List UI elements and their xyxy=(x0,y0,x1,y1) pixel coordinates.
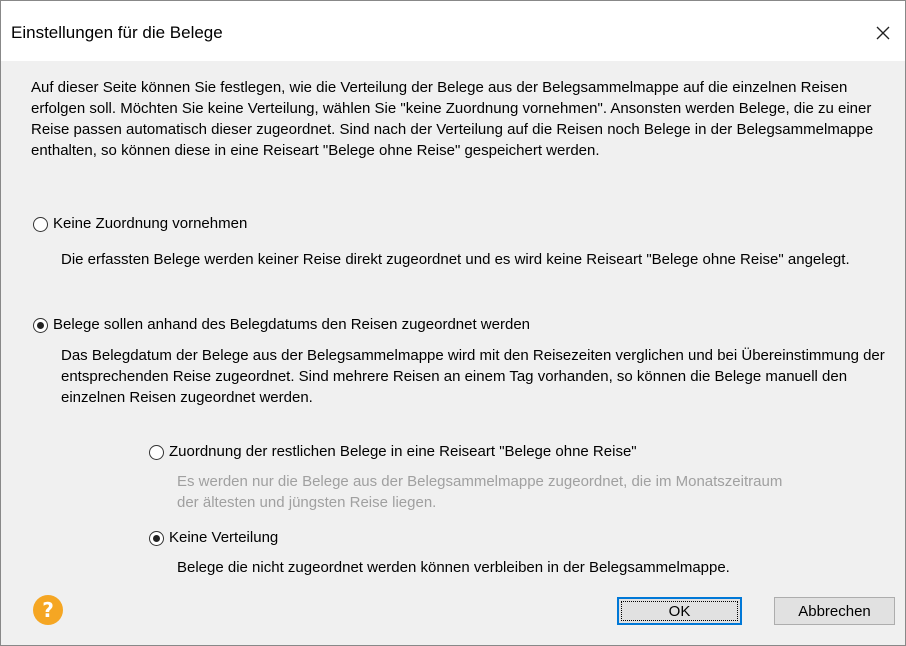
radio-by-date[interactable]: Belege sollen anhand des Belegdatums den… xyxy=(33,315,530,335)
radio-label: Keine Zuordnung vornehmen xyxy=(53,215,248,232)
dialog-content: Auf dieser Seite können Sie festlegen, w… xyxy=(1,61,905,645)
no-assignment-description: Die erfassten Belege werden keiner Reise… xyxy=(61,251,850,268)
close-icon xyxy=(876,26,890,40)
settings-dialog: Einstellungen für die Belege Auf dieser … xyxy=(0,0,906,646)
focus-ring xyxy=(621,601,738,621)
radio-circle[interactable] xyxy=(149,530,164,546)
radio-no-distribution[interactable]: Keine Verteilung xyxy=(149,528,278,548)
no-distribution-description: Belege die nicht zugeordnet werden könne… xyxy=(177,559,730,576)
dialog-title: Einstellungen für die Belege xyxy=(11,23,223,42)
radio-label: Belege sollen anhand des Belegdatums den… xyxy=(53,316,531,333)
by-date-description: Das Belegdatum der Belege aus der Belegs… xyxy=(61,347,885,406)
remaining-to-type-description: Es werden nur die Belege aus der Belegsa… xyxy=(177,473,783,511)
close-button[interactable] xyxy=(865,15,901,51)
cancel-label: Abbrechen xyxy=(798,602,871,620)
radio-circle[interactable] xyxy=(149,444,164,460)
title-bar: Einstellungen für die Belege xyxy=(1,1,905,61)
radio-remaining-to-type[interactable]: Zuordnung der restlichen Belege in eine … xyxy=(149,442,637,462)
radio-circle[interactable] xyxy=(33,317,48,333)
cancel-button[interactable]: Abbrechen xyxy=(774,597,895,625)
help-icon[interactable]: ? xyxy=(33,595,63,625)
radio-circle[interactable] xyxy=(33,216,48,232)
intro-text: Auf dieser Seite können Sie festlegen, w… xyxy=(31,79,874,159)
radio-no-assignment[interactable]: Keine Zuordnung vornehmen xyxy=(33,214,247,234)
ok-button[interactable]: OK xyxy=(617,597,742,625)
radio-label: Zuordnung der restlichen Belege in eine … xyxy=(169,443,637,460)
radio-label: Keine Verteilung xyxy=(169,529,279,546)
